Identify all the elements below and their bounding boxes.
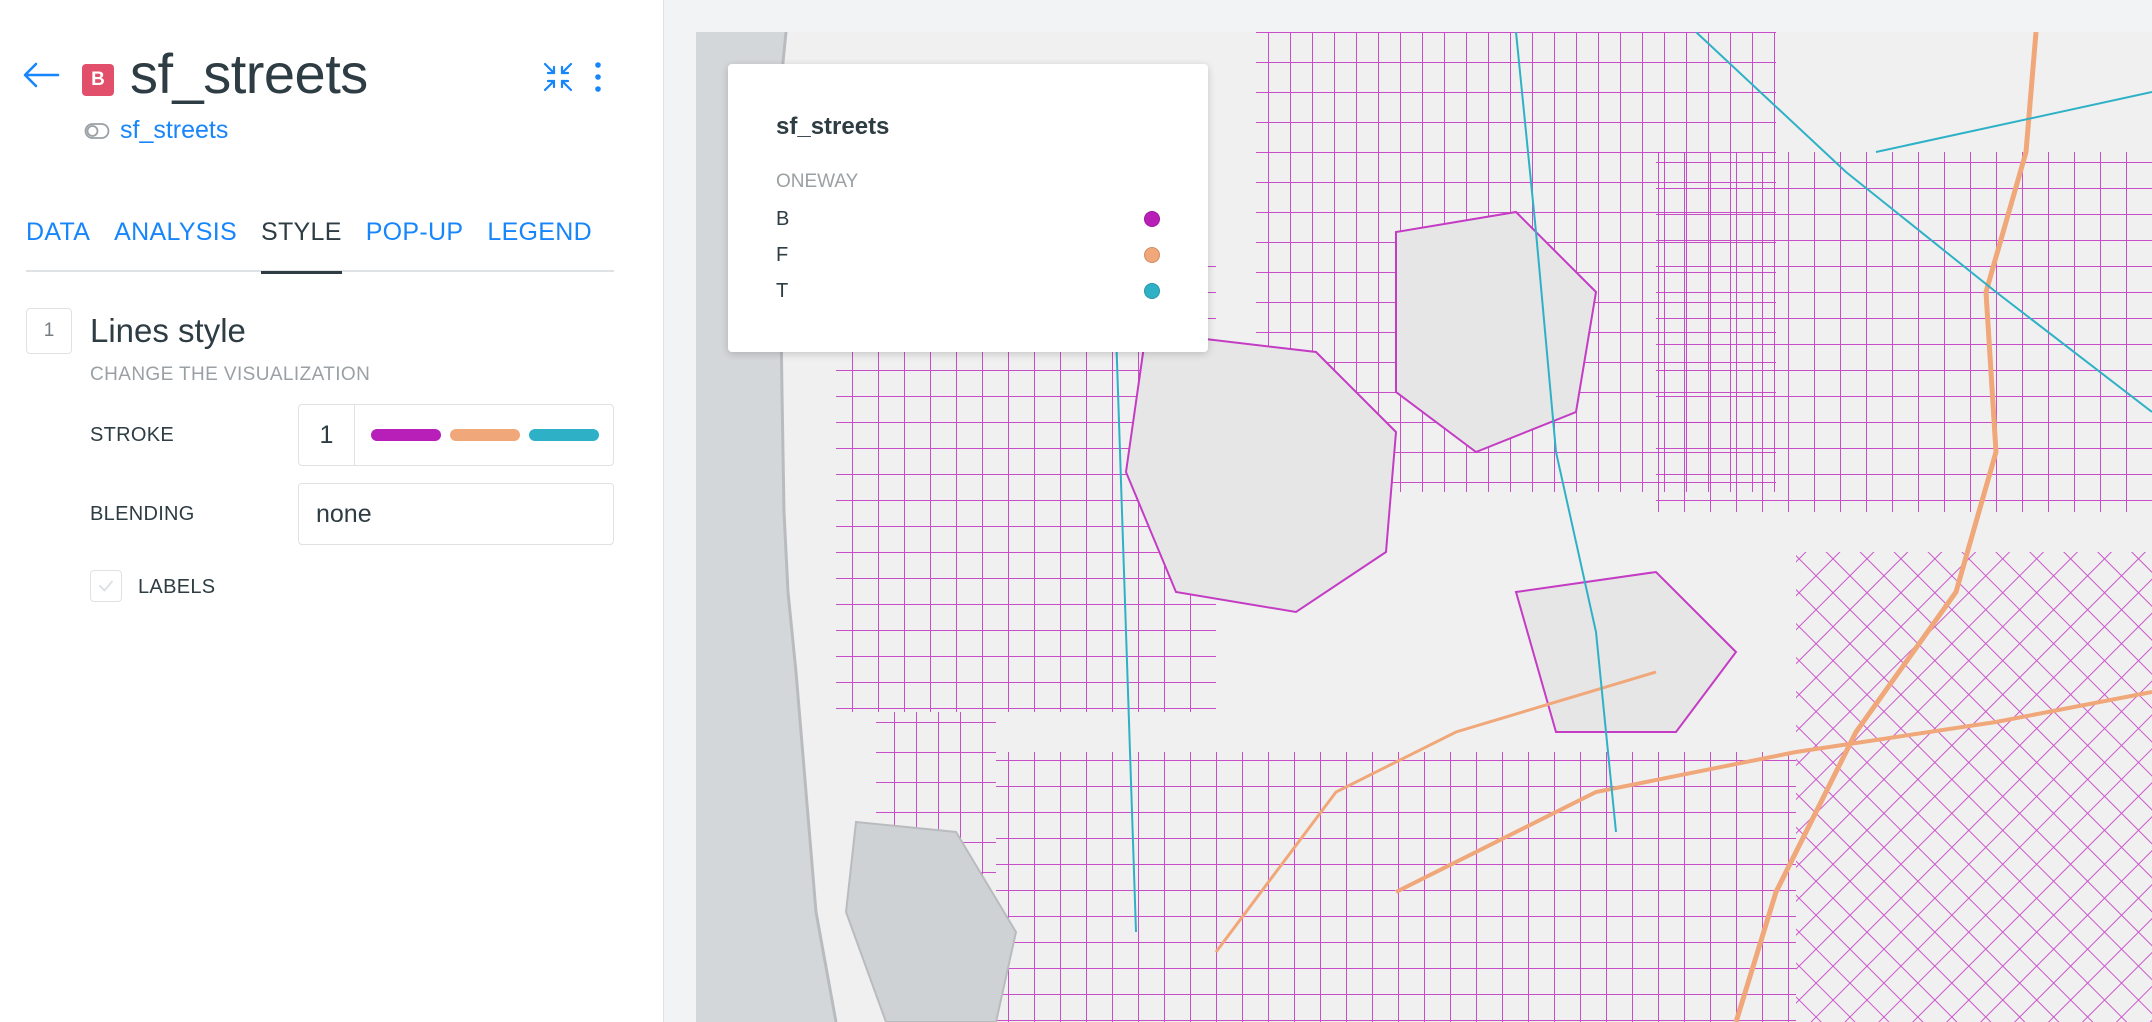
- tab-pop-up[interactable]: POP-UP: [366, 210, 464, 272]
- editor-tabs: DATA ANALYSIS STYLE POP-UP LEGEND: [26, 210, 614, 274]
- ramp-swatch: [450, 429, 520, 441]
- legend-item-label: F: [776, 243, 789, 266]
- color-ramp-picker[interactable]: [355, 405, 613, 465]
- layer-editor-panel: B sf_streets sf_streets DATA ANALYSIS ST…: [0, 0, 664, 1022]
- labels-label: LABELS: [138, 576, 216, 598]
- legend-color-dot: [1144, 283, 1160, 299]
- legend-attribute: ONEWAY: [776, 171, 859, 192]
- check-icon: [99, 580, 113, 592]
- legend-item: B: [776, 204, 1160, 234]
- tab-style[interactable]: STYLE: [261, 210, 342, 274]
- legend-title: sf_streets: [776, 113, 890, 140]
- source-name: sf_streets: [120, 116, 229, 144]
- step-number: 1: [26, 308, 72, 354]
- stroke-label: STROKE: [90, 424, 175, 446]
- tab-legend[interactable]: LEGEND: [487, 210, 592, 272]
- labels-checkbox[interactable]: [90, 570, 122, 602]
- tab-data[interactable]: DATA: [26, 210, 90, 272]
- stroke-width-input[interactable]: 1: [299, 405, 355, 465]
- toggle-icon: [84, 122, 110, 139]
- source-link[interactable]: sf_streets: [84, 116, 228, 145]
- stroke-control[interactable]: 1: [298, 404, 614, 466]
- map-legend: sf_streets ONEWAY B F T: [728, 64, 1208, 352]
- back-arrow-icon[interactable]: [22, 60, 60, 90]
- legend-item-label: B: [776, 207, 790, 230]
- section-title: Lines style: [90, 312, 246, 349]
- blending-label: BLENDING: [90, 503, 195, 525]
- layer-letter-badge: B: [82, 64, 114, 96]
- ramp-swatch: [529, 429, 599, 441]
- ramp-swatch: [371, 429, 441, 441]
- more-vertical-icon[interactable]: [590, 60, 606, 94]
- compress-icon[interactable]: [541, 60, 575, 94]
- legend-item: T: [776, 276, 1160, 306]
- section-subtitle: CHANGE THE VISUALIZATION: [90, 364, 371, 385]
- blending-select[interactable]: none: [298, 483, 614, 545]
- legend-item-label: T: [776, 279, 789, 302]
- tab-analysis[interactable]: ANALYSIS: [114, 210, 237, 272]
- legend-color-dot: [1144, 211, 1160, 227]
- legend-item: F: [776, 240, 1160, 270]
- legend-color-dot: [1144, 247, 1160, 263]
- layer-title[interactable]: sf_streets: [130, 42, 368, 106]
